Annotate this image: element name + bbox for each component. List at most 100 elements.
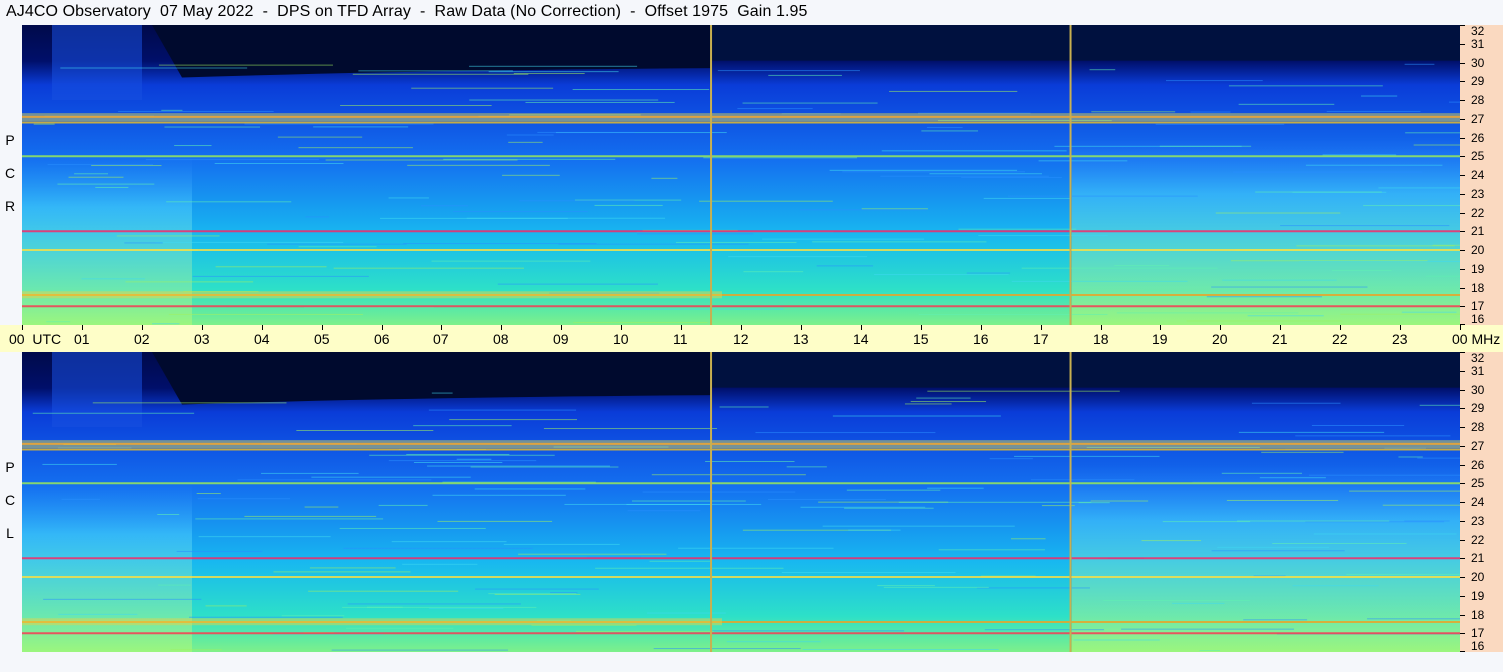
texture-line: [762, 238, 925, 240]
freq-tick-label: 26: [1471, 457, 1485, 472]
texture-line: [525, 101, 675, 103]
texture-line: [466, 217, 666, 219]
time-tick: [741, 325, 742, 330]
time-tick-label: 01: [74, 331, 90, 347]
freq-tick: [1460, 577, 1465, 578]
time-tick-label: 17: [1033, 331, 1049, 347]
texture-line: [475, 588, 599, 590]
freq-tick: [1460, 595, 1465, 597]
texture-line: [1143, 289, 1333, 291]
texture-line: [92, 402, 287, 404]
freq-tick: [1460, 651, 1465, 652]
freq-tick: [1460, 445, 1465, 447]
texture-line: [407, 164, 550, 166]
time-tick: [621, 325, 622, 330]
freq-tick: [1460, 118, 1465, 120]
texture-line: [1014, 455, 1160, 457]
freq-tick: [1460, 62, 1465, 64]
texture-line: [921, 130, 979, 132]
texture-line: [215, 266, 327, 268]
time-tick-label: 15: [913, 331, 929, 347]
texture-line: [1141, 540, 1202, 542]
time-tick-label: 19: [1152, 331, 1168, 347]
band-17mhz: [22, 632, 1460, 635]
texture-line: [352, 73, 529, 75]
texture-line: [304, 506, 339, 508]
texture-line: [832, 415, 1001, 417]
freq-tick-label: 17: [1471, 626, 1485, 641]
time-tick-label: 21: [1272, 331, 1288, 347]
texture-line: [1272, 542, 1407, 544]
texture-line: [1091, 111, 1176, 113]
texture-line: [214, 163, 344, 165]
freq-tick: [1460, 43, 1465, 45]
texture-line: [277, 136, 363, 138]
texture-line: [281, 615, 345, 617]
time-tick: [441, 325, 442, 330]
time-tick-label: 10: [613, 331, 629, 347]
texture-line: [786, 466, 827, 468]
texture-line: [989, 458, 1033, 460]
texture-line: [342, 606, 537, 608]
texture-line: [443, 158, 616, 160]
texture-line: [469, 99, 659, 101]
texture-line: [429, 607, 504, 609]
texture-line: [927, 487, 984, 489]
texture-line: [503, 543, 620, 545]
freq-tick: [1460, 614, 1465, 616]
texture-line: [1413, 144, 1460, 146]
texture-line: [402, 563, 478, 565]
time-tick: [1220, 325, 1221, 330]
texture-line: [192, 275, 369, 277]
band-17mhz-cluster: [22, 291, 722, 299]
texture-line: [984, 629, 1105, 631]
marker-line-17.5h: [1069, 352, 1072, 652]
freq-tick-label: 23: [1471, 513, 1485, 528]
freq-tick-label: 29: [1471, 74, 1485, 89]
texture-line: [976, 587, 1090, 589]
texture-line: [1349, 490, 1460, 492]
texture-line: [1313, 533, 1457, 535]
freq-tick-label: 32: [1471, 24, 1485, 38]
texture-line: [1311, 425, 1405, 427]
texture-line: [432, 494, 566, 496]
freq-tick-label: 30: [1471, 55, 1485, 70]
texture-line: [1405, 132, 1460, 134]
time-tick: [981, 325, 982, 330]
texture-line: [983, 197, 1072, 199]
lcp-label-letter-l: L: [6, 525, 14, 541]
texture-line: [799, 209, 927, 211]
texture-line: [125, 281, 254, 283]
time-tick: [22, 325, 23, 330]
time-tick: [1400, 325, 1401, 330]
texture-line: [802, 648, 999, 650]
texture-line: [916, 397, 971, 399]
texture-line: [413, 425, 512, 427]
lcp-label-letter-c: C: [4, 492, 16, 508]
freq-tick: [1460, 370, 1465, 372]
time-tick-label: 02: [134, 331, 150, 347]
texture-line: [889, 90, 1018, 92]
lcp-spectrogram-svg: [22, 352, 1460, 652]
freq-tick-label: 20: [1471, 570, 1485, 584]
texture-line: [1401, 311, 1457, 313]
texture-line: [726, 641, 821, 643]
texture-line: [331, 649, 509, 651]
texture-line: [1404, 63, 1435, 65]
texture-line: [61, 498, 101, 500]
rcp-panel-label: P C R: [2, 124, 18, 223]
time-tick: [1160, 325, 1161, 330]
freq-tick: [1460, 137, 1465, 139]
texture-line: [346, 627, 454, 629]
freq-tick: [1460, 306, 1465, 308]
texture-line: [1008, 195, 1198, 197]
freq-tick-label: 31: [1471, 363, 1485, 378]
dark-region-evening: [712, 25, 1460, 61]
lcp-spectrogram: [22, 352, 1460, 652]
texture-line: [116, 235, 220, 237]
texture-line: [32, 412, 195, 414]
time-tick-label: 03: [194, 331, 210, 347]
texture-line: [456, 458, 492, 460]
freq-tick-label: 16: [1471, 639, 1485, 653]
texture-line: [311, 476, 471, 478]
